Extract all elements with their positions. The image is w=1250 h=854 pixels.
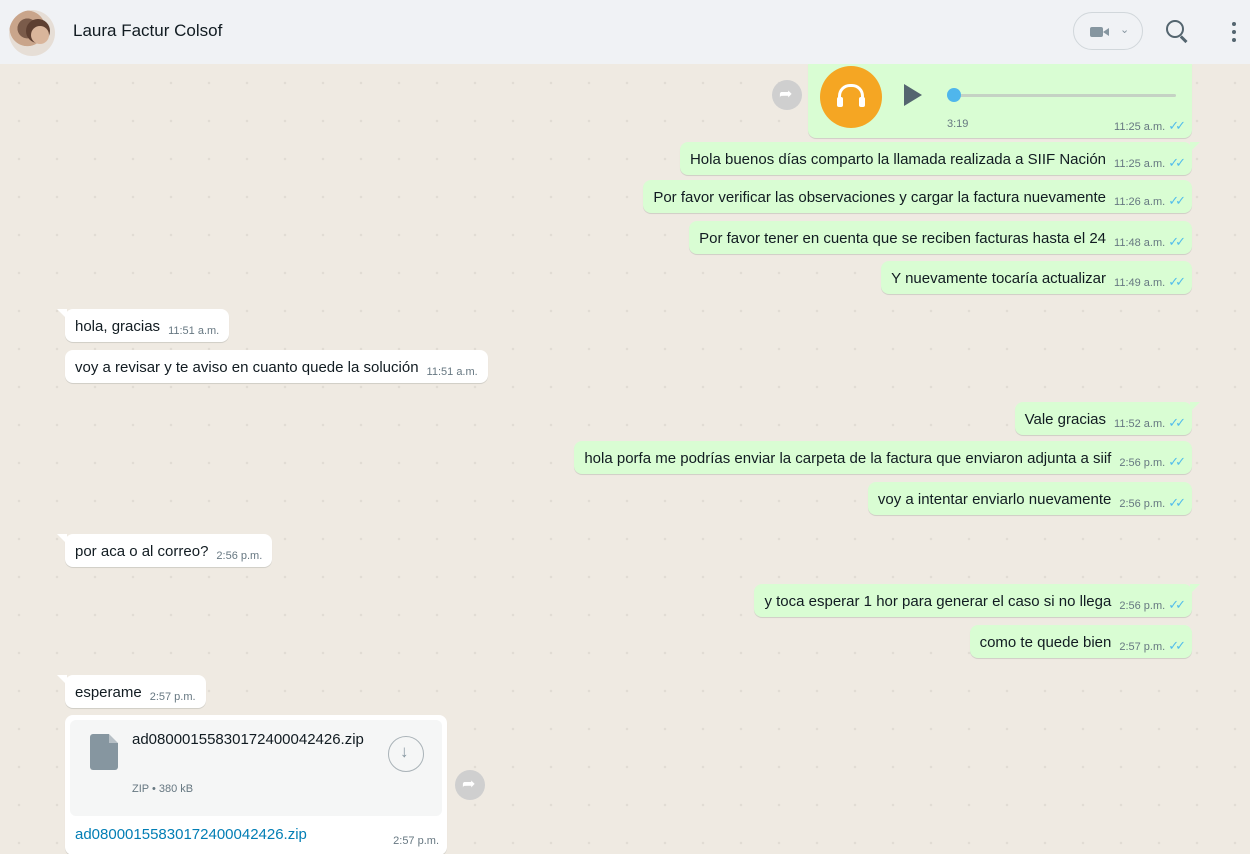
video-camera-icon (1090, 27, 1103, 37)
read-ticks-icon: ✓✓ (1168, 193, 1186, 208)
file-name: ad08000155830172400042426.zip (132, 731, 364, 748)
read-ticks-icon: ✓✓ (1168, 597, 1186, 612)
chevron-down-icon: ⌄ (1120, 24, 1130, 36)
read-ticks-icon: ✓✓ (1168, 495, 1186, 510)
list-item[interactable]: hola porfa me podrías enviar la carpeta … (574, 441, 1192, 474)
read-ticks-icon: ✓✓ (1168, 118, 1186, 133)
list-item[interactable]: esperame 2:57 p.m. (57, 675, 206, 708)
forward-icon[interactable] (772, 80, 802, 110)
document-icon (90, 734, 118, 770)
list-item[interactable]: voy a intentar enviarlo nuevamente 2:56 p… (867, 482, 1192, 515)
list-item[interactable]: voy a revisar y te aviso en cuanto quede… (65, 350, 488, 383)
audio-avatar (820, 66, 882, 128)
message-time: 11:25 a.m. ✓✓ (1114, 118, 1186, 133)
chat-header: Laura Factur Colsof ⌄ (0, 0, 1250, 65)
list-item[interactable]: Y nuevamente tocaría actualizar 11:49 a.m… (881, 261, 1192, 294)
list-item[interactable]: Por favor verificar las observaciones y … (643, 180, 1192, 213)
file-message[interactable]: ad08000155830172400042426.zip ZIP • 380 … (65, 715, 447, 854)
list-item[interactable]: como te quede bien 2:57 p.m. ✓✓ (969, 625, 1192, 658)
list-item[interactable]: por aca o al correo? 2:56 p.m. (56, 534, 273, 567)
read-ticks-icon: ✓✓ (1168, 274, 1186, 289)
voice-duration: 3:19 (947, 118, 969, 130)
contact-avatar[interactable] (9, 10, 55, 56)
play-icon[interactable] (904, 84, 922, 106)
read-ticks-icon: ✓✓ (1168, 234, 1186, 249)
list-item[interactable]: Hola buenos días comparto la llamada rea… (679, 142, 1201, 175)
audio-progress-track[interactable] (952, 94, 1176, 97)
download-icon[interactable] (388, 736, 424, 772)
list-item[interactable]: y toca esperar 1 hor para generar el cas… (754, 584, 1200, 617)
read-ticks-icon: ✓✓ (1168, 454, 1186, 469)
file-link[interactable]: ad08000155830172400042426.zip (75, 826, 307, 843)
kebab-menu-icon (1232, 22, 1236, 26)
menu-button[interactable] (1226, 20, 1242, 44)
message-time: 2:57 p.m. (393, 835, 439, 847)
voice-message: 3:19 11:25 a.m. ✓✓ (808, 64, 1192, 138)
list-item[interactable]: hola, gracias 11:51 a.m. (56, 309, 230, 342)
read-ticks-icon: ✓✓ (1168, 415, 1186, 430)
read-ticks-icon: ✓✓ (1168, 155, 1186, 170)
audio-progress-knob[interactable] (947, 88, 961, 102)
message-list[interactable]: 3:19 11:25 a.m.✓✓ Hola buenos días compa… (0, 64, 1250, 854)
file-card[interactable]: ad08000155830172400042426.zip ZIP • 380 … (70, 720, 442, 816)
headphones-icon (837, 84, 865, 107)
file-info: ZIP • 380 kB (132, 783, 194, 795)
forward-icon[interactable] (455, 770, 485, 800)
search-button[interactable] (1164, 18, 1192, 46)
read-ticks-icon: ✓✓ (1168, 638, 1186, 653)
list-item[interactable]: Por favor tener en cuenta que se reciben… (689, 221, 1192, 254)
list-item[interactable]: Vale gracias 11:52 a.m. ✓✓ (1014, 402, 1201, 435)
contact-name[interactable]: Laura Factur Colsof (73, 21, 222, 41)
video-call-button[interactable]: ⌄ (1073, 12, 1143, 50)
